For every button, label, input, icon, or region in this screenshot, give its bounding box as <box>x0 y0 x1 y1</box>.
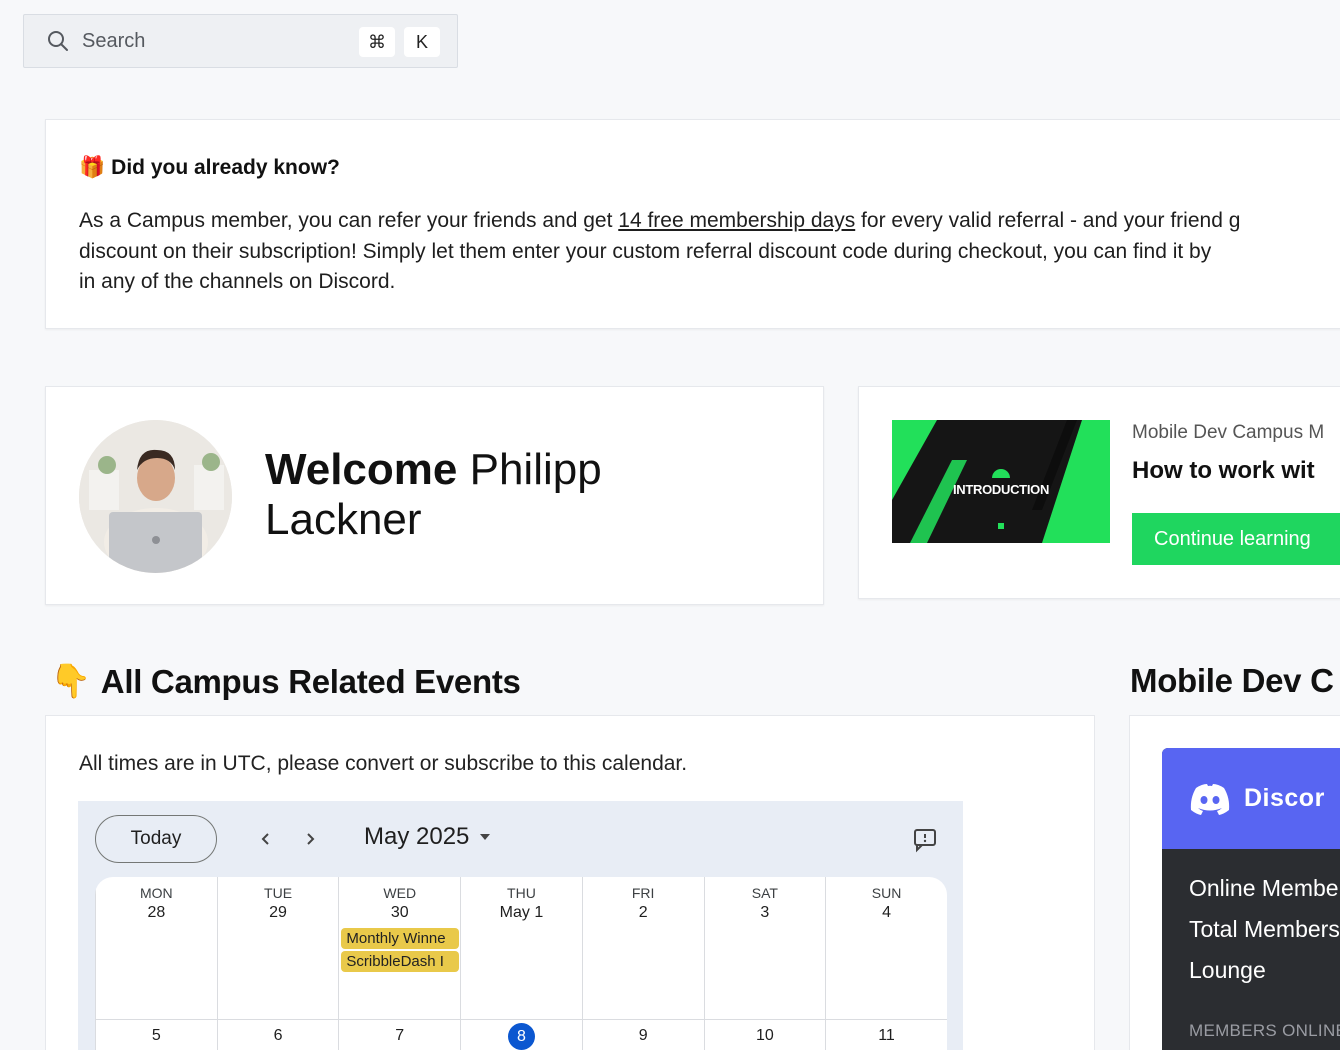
info-text: in any of the channels on Discord. <box>79 270 396 293</box>
date-label: 29 <box>269 904 287 921</box>
referral-info-card: 🎁 Did you already know? As a Campus memb… <box>45 119 1340 329</box>
shortcut-k-key: K <box>404 27 440 57</box>
discord-logo-icon <box>1190 783 1230 815</box>
date-label: 30 <box>390 904 409 921</box>
mobile-dev-section-title: Mobile Dev C <box>1130 662 1334 699</box>
date-label: 10 <box>755 1027 774 1044</box>
welcome-title: Welcome Philipp Lackner <box>265 445 602 545</box>
weekday-label: MON <box>140 885 173 901</box>
avatar <box>79 420 232 573</box>
user-first-name: Philipp <box>469 445 602 494</box>
month-selector[interactable]: May 2025 <box>364 823 491 851</box>
events-heading: All Campus Related Events <box>100 662 521 700</box>
date-label: 7 <box>395 1027 405 1044</box>
gift-icon: 🎁 <box>79 156 106 179</box>
day-column[interactable]: MON 28 5 <box>95 877 217 1050</box>
shortcut-cmd-key: ⌘ <box>359 27 395 57</box>
date-label: 28 <box>147 904 166 921</box>
date-label: 5 <box>151 1027 161 1044</box>
online-members-label: Online Membe <box>1189 875 1339 901</box>
info-title-text: Did you already know? <box>111 156 340 179</box>
caret-down-icon <box>480 834 491 840</box>
calendar-embed: Today May 2025 MON 28 5 TUE 29 6 WED 30 … <box>78 801 963 1050</box>
info-text: for every valid referral - and your frie… <box>855 209 1241 232</box>
info-text: discount on their subscription! Simply l… <box>79 239 1212 263</box>
search-bar[interactable]: Search ⌘ K <box>23 14 458 68</box>
day-column[interactable]: SUN 4 11 <box>825 877 947 1050</box>
info-title: 🎁 Did you already know? <box>79 156 340 180</box>
membership-days-link[interactable]: 14 free membership days <box>618 209 855 232</box>
events-section-title: 👇 All Campus Related Events <box>50 662 521 701</box>
timezone-note: All times are in UTC, please convert or … <box>79 752 688 775</box>
weekday-label: FRI <box>631 885 655 901</box>
weekday-label: TUE <box>264 885 293 901</box>
date-label: 3 <box>760 904 770 921</box>
course-label: Mobile Dev Campus M <box>1132 422 1325 443</box>
weekday-label: THU <box>507 885 536 901</box>
calendar-event[interactable]: Monthly Winne <box>341 928 460 949</box>
date-label: 6 <box>273 1027 283 1044</box>
user-last-name: Lackner <box>265 495 422 544</box>
feedback-icon[interactable] <box>911 825 939 853</box>
weekday-label: WED <box>383 885 417 901</box>
month-label: May 2025 <box>364 823 470 850</box>
calendar-grid: MON 28 5 TUE 29 6 WED 30 Monthly Winne S… <box>95 877 947 1050</box>
continue-course-card: INTRODUCTION Mobile Dev Campus M How to … <box>858 386 1340 599</box>
members-online-heading: MEMBERS ONLINE <box>1189 1021 1340 1040</box>
welcome-card: Welcome Philipp Lackner <box>45 386 824 605</box>
chevron-left-icon[interactable] <box>252 825 280 853</box>
discord-brand: Discor <box>1244 784 1325 812</box>
day-column[interactable]: TUE 29 6 <box>216 877 339 1050</box>
date-label: 9 <box>638 1027 648 1044</box>
day-column[interactable]: SAT 3 10 <box>703 877 826 1050</box>
pointing-down-icon: 👇 <box>50 662 91 699</box>
info-body: As a Campus member, you can refer your f… <box>79 206 1340 298</box>
current-date-cell: 8 <box>461 1023 582 1050</box>
total-members-label: Total Members <box>1189 916 1340 942</box>
chevron-right-icon[interactable] <box>296 825 324 853</box>
discord-header: Discor <box>1162 748 1340 849</box>
day-column[interactable]: FRI 2 9 <box>581 877 704 1050</box>
weekday-label: SAT <box>751 885 778 901</box>
day-column[interactable]: THU May 1 8 <box>460 877 582 1050</box>
lesson-title: How to work wit <box>1132 457 1315 484</box>
day-column[interactable]: WED 30 Monthly Winne ScribbleDash I 7 <box>338 877 460 1050</box>
weekday-label: SUN <box>871 885 902 901</box>
discord-widget[interactable]: Discor Online Membe Total Members Lounge… <box>1162 748 1340 1050</box>
search-icon <box>48 31 68 51</box>
continue-learning-button[interactable]: Continue learning <box>1132 513 1340 565</box>
info-text: As a Campus member, you can refer your f… <box>79 209 619 232</box>
welcome-bold: Welcome <box>265 445 458 494</box>
date-label: 2 <box>638 904 648 921</box>
date-label: 11 <box>878 1027 895 1044</box>
thumbnail-title: INTRODUCTION <box>952 482 1050 497</box>
lounge-channel[interactable]: Lounge <box>1189 957 1266 984</box>
date-label: 4 <box>882 904 891 921</box>
course-thumbnail[interactable]: INTRODUCTION <box>892 420 1110 543</box>
date-label: May 1 <box>499 904 544 921</box>
today-button[interactable]: Today <box>95 815 217 863</box>
current-date-badge[interactable]: 8 <box>507 1023 535 1050</box>
search-placeholder: Search <box>82 29 146 52</box>
calendar-event[interactable]: ScribbleDash I <box>341 951 460 972</box>
